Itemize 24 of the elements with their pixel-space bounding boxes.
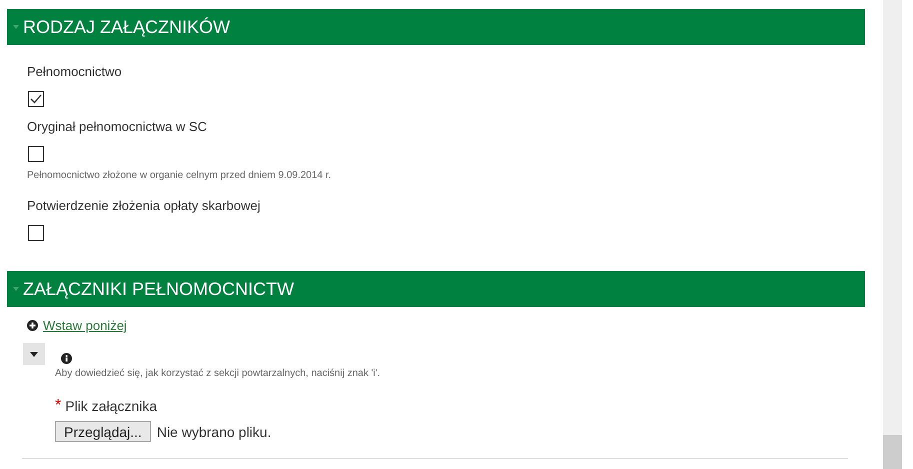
info-icon[interactable] xyxy=(61,353,72,364)
field-label: Plik załącznika xyxy=(65,398,158,414)
section-header[interactable]: RODZAJ ZAŁĄCZNIKÓW xyxy=(7,9,865,45)
field-label: Pełnomocnictwo xyxy=(27,64,123,80)
caret-icon xyxy=(13,287,19,291)
file-status: Nie wybrano pliku. xyxy=(156,424,272,440)
section-title: ZAŁĄCZNIKI PEŁNOMOCNICTW xyxy=(23,278,294,301)
section-title: RODZAJ ZAŁĄCZNIKÓW xyxy=(23,16,230,39)
scrollbar[interactable] xyxy=(883,0,902,469)
checkbox[interactable] xyxy=(28,225,44,241)
collapse-toggle-button[interactable] xyxy=(23,343,45,365)
browse-button[interactable]: Przeglądaj... xyxy=(55,421,151,442)
field-hint: Pełnomocnictwo złożone w organie celnym przed dniem 9.09.2014 r. xyxy=(27,170,332,182)
checkbox[interactable] xyxy=(28,91,44,107)
plus-circle-icon xyxy=(27,320,38,331)
checkbox[interactable] xyxy=(28,146,44,162)
caret-down-icon xyxy=(30,352,38,356)
section-header[interactable]: ZAŁĄCZNIKI PEŁNOMOCNICTW xyxy=(7,271,865,307)
insert-below-link[interactable]: Wstaw poniżej xyxy=(43,318,127,333)
field-label: Oryginał pełnomocnictwa w SC xyxy=(27,119,208,135)
caret-icon xyxy=(13,25,19,29)
field-label: Potwierdzenie złożenia opłaty skarbowej xyxy=(27,198,262,214)
required-mark: * xyxy=(55,399,62,413)
repeat-section-hint: Aby dowiedzieć się, jak korzystać z sekcji powtarzalnych, naciśnij znak 'i'. xyxy=(55,368,382,380)
